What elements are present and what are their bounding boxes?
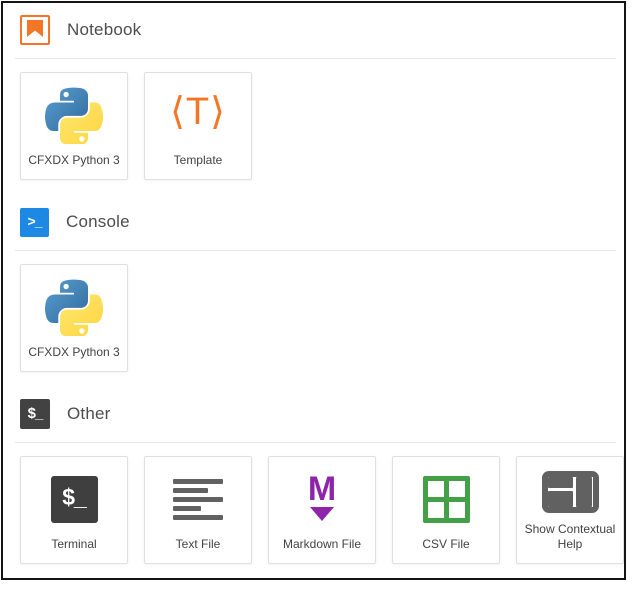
terminal-icon: $_ <box>51 476 98 523</box>
section-header-console: >_ Console <box>3 195 624 250</box>
card-label: CSV File <box>417 537 474 563</box>
card-label: Markdown File <box>278 537 366 563</box>
card-label: CFXDX Python 3 <box>23 153 124 179</box>
card-label: Show Contextual Help <box>517 522 623 563</box>
template-icon: ⟨T⟩ <box>170 93 226 137</box>
launcher-card-template[interactable]: ⟨T⟩ Template <box>144 72 252 180</box>
card-icon-area: M <box>269 457 375 537</box>
card-icon-area <box>393 457 499 537</box>
launcher-card-terminal[interactable]: $_ Terminal <box>20 456 128 564</box>
section-title-other: Other <box>67 404 111 424</box>
launcher-panel: Notebook CFXDX Python <box>1 1 626 580</box>
launcher-card-console-cfxdx-python3[interactable]: CFXDX Python 3 <box>20 264 128 372</box>
inspector-icon <box>542 471 599 513</box>
notebook-cards-row: CFXDX Python 3 ⟨T⟩ Template <box>3 59 624 195</box>
card-icon-area <box>21 265 127 345</box>
card-icon-area <box>21 73 127 153</box>
launcher-card-csv-file[interactable]: CSV File <box>392 456 500 564</box>
other-cards-row: $_ Terminal Text File M <box>3 443 624 579</box>
launcher-card-notebook-cfxdx-python3[interactable]: CFXDX Python 3 <box>20 72 128 180</box>
launcher-card-markdown-file[interactable]: M Markdown File <box>268 456 376 564</box>
card-icon-area <box>145 457 251 537</box>
card-icon-area: $_ <box>21 457 127 537</box>
card-label: Template <box>169 153 228 179</box>
launcher-card-show-contextual-help[interactable]: Show Contextual Help <box>516 456 624 564</box>
bookmark-glyph <box>27 20 43 37</box>
terminal-icon: $_ <box>20 399 50 429</box>
python-icon <box>45 278 103 336</box>
section-header-notebook: Notebook <box>3 3 624 58</box>
markdown-arrow-glyph <box>310 507 334 521</box>
card-icon-area: ⟨T⟩ <box>145 73 251 153</box>
section-title-console: Console <box>66 212 130 232</box>
python-icon <box>45 86 103 144</box>
section-title-notebook: Notebook <box>67 20 141 40</box>
card-icon-area <box>517 457 623 522</box>
notebook-icon <box>20 15 50 45</box>
markdown-m-glyph: M <box>308 475 336 504</box>
card-label: Terminal <box>46 537 101 563</box>
spreadsheet-icon <box>423 476 470 523</box>
console-icon: >_ <box>20 208 49 237</box>
card-label: Text File <box>171 537 226 563</box>
console-cards-row: CFXDX Python 3 <box>3 251 624 387</box>
launcher-card-text-file[interactable]: Text File <box>144 456 252 564</box>
card-label: CFXDX Python 3 <box>23 345 124 371</box>
text-file-icon <box>173 479 223 520</box>
section-header-other: $_ Other <box>3 387 624 442</box>
markdown-icon: M <box>308 475 336 523</box>
